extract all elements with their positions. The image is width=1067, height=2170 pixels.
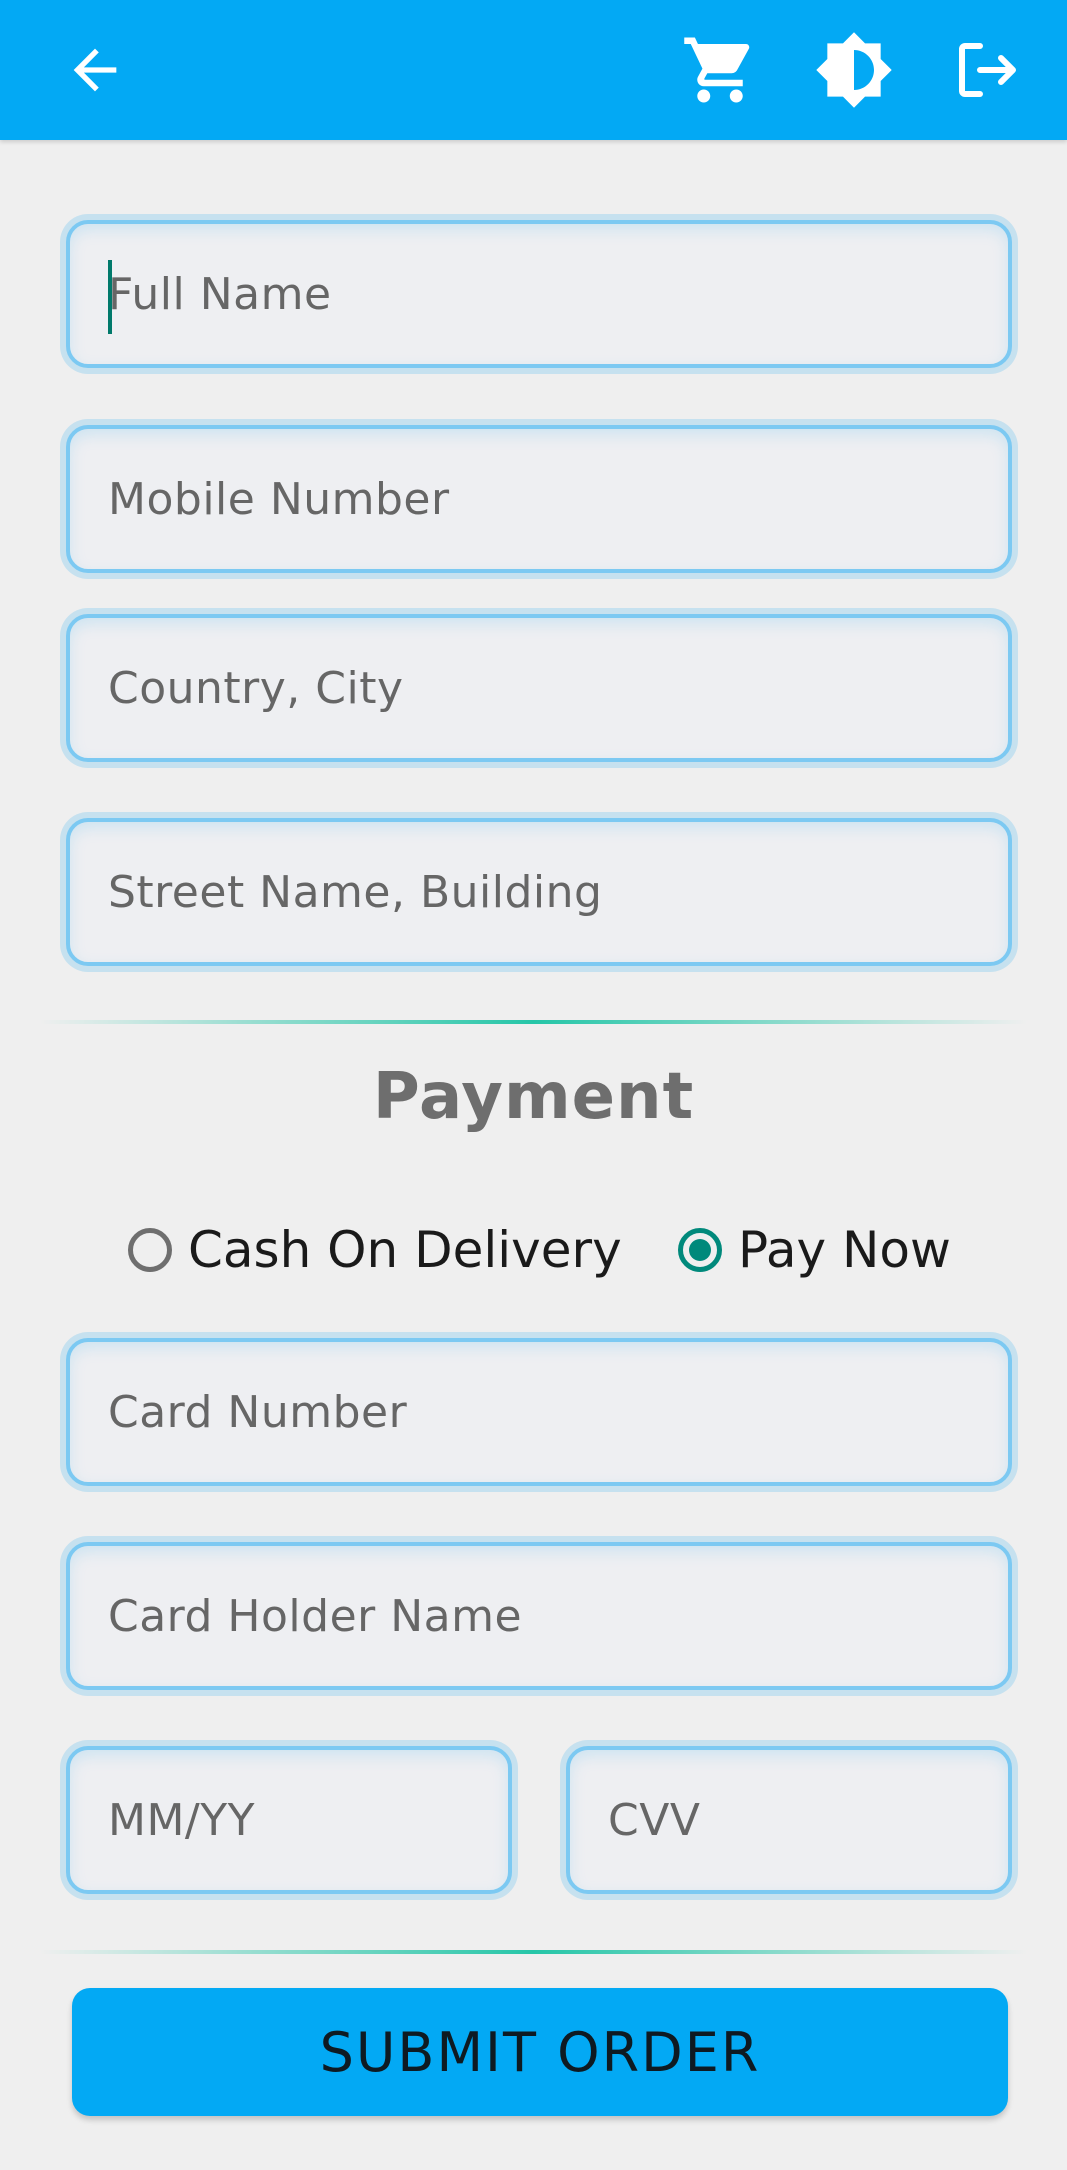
radio-checked-icon xyxy=(678,1228,722,1272)
submit-order-button[interactable]: SUBMIT ORDER xyxy=(72,1988,1008,2116)
cart-button[interactable] xyxy=(680,30,760,110)
card-number-field[interactable]: Card Number xyxy=(66,1338,1012,1486)
mobile-number-field[interactable]: Mobile Number xyxy=(66,425,1012,573)
section-divider xyxy=(40,1950,1027,1954)
card-number-placeholder: Card Number xyxy=(108,1386,408,1438)
radio-pay-now[interactable]: Pay Now xyxy=(678,1210,951,1290)
street-building-placeholder: Street Name, Building xyxy=(108,866,603,918)
section-divider xyxy=(40,1020,1027,1024)
country-city-placeholder: Country, City xyxy=(108,662,404,714)
back-button[interactable] xyxy=(55,30,135,110)
cvv-placeholder: CVV xyxy=(608,1794,701,1846)
full-name-placeholder: Full Name xyxy=(108,268,332,320)
cvv-field[interactable]: CVV xyxy=(566,1746,1012,1894)
radio-label: Cash On Delivery xyxy=(188,1221,622,1279)
app-bar xyxy=(0,0,1067,140)
logout-icon xyxy=(959,43,1016,97)
radio-label: Pay Now xyxy=(738,1221,951,1279)
theme-toggle-button[interactable] xyxy=(814,30,894,110)
payment-title: Payment xyxy=(372,1060,695,1134)
radio-unchecked-icon xyxy=(128,1228,172,1272)
mobile-number-placeholder: Mobile Number xyxy=(108,473,450,525)
submit-order-label: SUBMIT ORDER xyxy=(319,2020,761,2084)
brightness-icon xyxy=(816,32,892,108)
expiry-field[interactable]: MM/YY xyxy=(66,1746,512,1894)
radio-cash-on-delivery[interactable]: Cash On Delivery xyxy=(128,1210,622,1290)
radio-dot xyxy=(689,1239,711,1261)
expiry-placeholder: MM/YY xyxy=(108,1794,256,1846)
street-building-field[interactable]: Street Name, Building xyxy=(66,818,1012,966)
country-city-field[interactable]: Country, City xyxy=(66,614,1012,762)
cart-icon xyxy=(684,37,750,103)
logout-button[interactable] xyxy=(946,30,1026,110)
text-cursor xyxy=(108,260,112,334)
card-holder-placeholder: Card Holder Name xyxy=(108,1590,523,1642)
card-holder-field[interactable]: Card Holder Name xyxy=(66,1542,1012,1690)
full-name-field[interactable]: Full Name xyxy=(66,220,1012,368)
back-arrow-icon xyxy=(73,48,117,92)
